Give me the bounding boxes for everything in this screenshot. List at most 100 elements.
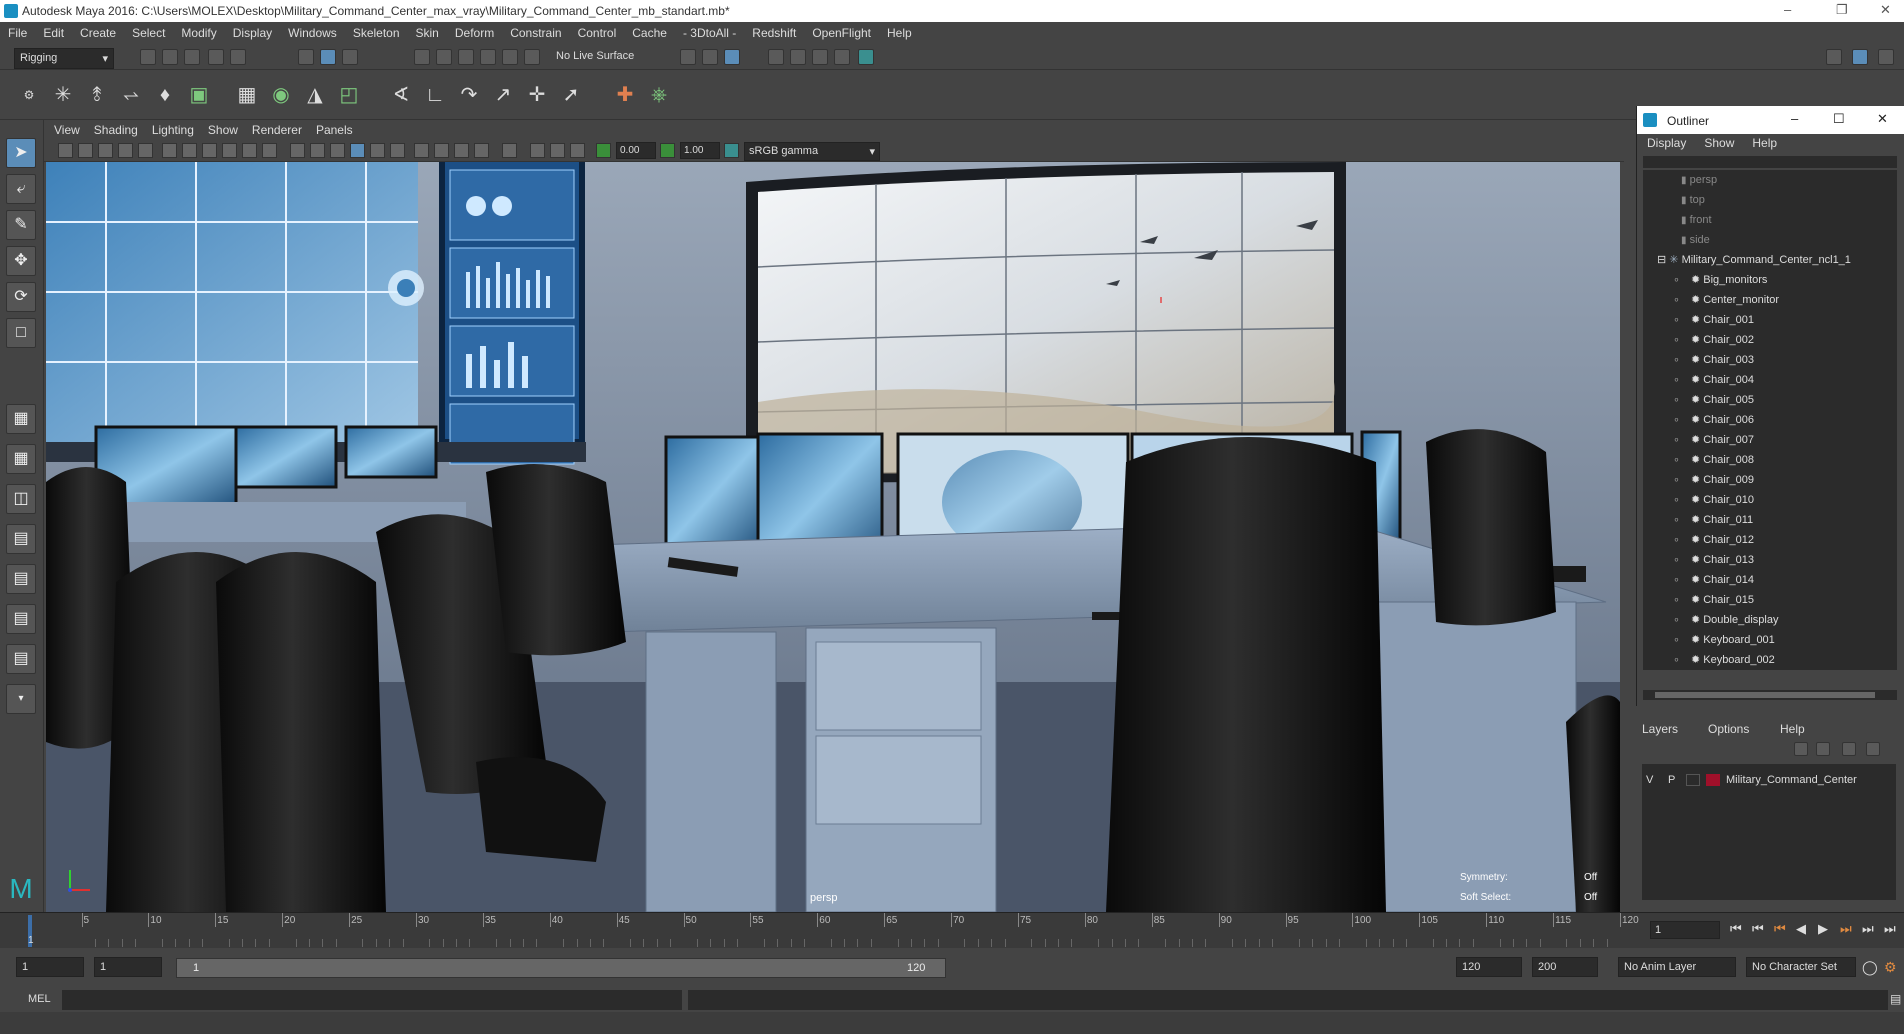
outliner-horizontal-scrollbar[interactable] <box>1643 690 1897 700</box>
menu-display[interactable]: Display <box>233 26 272 40</box>
save-scene-icon[interactable] <box>184 49 200 65</box>
panel-menu-shading[interactable]: Shading <box>94 123 138 137</box>
wireframe-icon[interactable] <box>290 143 305 158</box>
snap-grid-icon[interactable] <box>414 49 430 65</box>
wireframe-on-shaded-icon[interactable] <box>330 143 345 158</box>
menu-modify[interactable]: Modify <box>181 26 216 40</box>
tree-item-front[interactable]: ▮ front <box>1643 210 1893 230</box>
two-pane-layout-icon[interactable]: ◫ <box>6 484 36 514</box>
tree-item-child[interactable]: ∘ ✹ Keyboard_001 <box>1643 630 1893 650</box>
expand-dot-icon[interactable]: ∘ <box>1673 574 1680 586</box>
tree-item-child[interactable]: ∘ ✹ Chair_012 <box>1643 530 1893 550</box>
color-space-dropdown[interactable]: sRGB gamma ▾ <box>744 142 880 161</box>
script-editor-icon[interactable]: ▤ <box>1890 992 1901 1006</box>
expand-dot-icon[interactable]: ∘ <box>1673 394 1680 406</box>
tree-item-child[interactable]: ∘ ✹ Chair_013 <box>1643 550 1893 570</box>
step-back-key-icon[interactable]: ⏮ <box>1774 921 1786 937</box>
wrap-icon[interactable]: ◮ <box>300 80 330 110</box>
smooth-shade-icon[interactable] <box>310 143 325 158</box>
expand-dot-icon[interactable]: ∘ <box>1673 454 1680 466</box>
command-language-label[interactable]: MEL <box>28 993 51 1005</box>
ik-handle-icon[interactable]: ⥉ <box>82 80 112 110</box>
tree-item-child[interactable]: ∘ ✹ Chair_011 <box>1643 510 1893 530</box>
menu-deform[interactable]: Deform <box>455 26 494 40</box>
panel-menu-show[interactable]: Show <box>208 123 238 137</box>
minimize-icon[interactable]: – <box>1791 111 1798 126</box>
playback-start-field[interactable]: 1 <box>94 957 162 977</box>
collapse-icon[interactable]: ⊟ <box>1657 254 1666 266</box>
tree-item-child[interactable]: ∘ ✹ Big_monitors <box>1643 270 1893 290</box>
tree-item-child[interactable]: ∘ ✹ Center_monitor <box>1643 290 1893 310</box>
tree-item-side[interactable]: ▮ side <box>1643 230 1893 250</box>
insert-joint-icon[interactable]: ♦ <box>150 80 180 110</box>
menu-windows[interactable]: Windows <box>288 26 337 40</box>
gamma-field[interactable]: 1.00 <box>680 142 720 159</box>
menu-skin[interactable]: Skin <box>416 26 439 40</box>
tree-item-child[interactable]: ∘ ✹ Chair_009 <box>1643 470 1893 490</box>
outliner-menu-help[interactable]: Help <box>1752 136 1777 150</box>
xray-joints-icon[interactable] <box>550 143 565 158</box>
bind-skin-icon[interactable]: ✚ <box>610 80 640 110</box>
snap-center-icon[interactable] <box>524 49 540 65</box>
new-layer-icon[interactable] <box>1842 742 1856 756</box>
outliner-filter-input[interactable] <box>1643 156 1897 168</box>
snap-point-icon[interactable] <box>458 49 474 65</box>
output-ops-icon[interactable] <box>702 49 718 65</box>
select-component-icon[interactable] <box>342 49 358 65</box>
bookmark-icon[interactable] <box>98 143 113 158</box>
tree-item-child[interactable]: ∘ ✹ Chair_004 <box>1643 370 1893 390</box>
select-camera-icon[interactable] <box>58 143 73 158</box>
tree-item-child[interactable]: ∘ ✹ Chair_007 <box>1643 430 1893 450</box>
restore-icon[interactable]: ❐ <box>1836 2 1848 18</box>
expand-dot-icon[interactable]: ∘ <box>1673 614 1680 626</box>
ik-spline-icon[interactable]: ⥋ <box>116 80 146 110</box>
panel-menu-panels[interactable]: Panels <box>316 123 353 137</box>
menu-constrain[interactable]: Constrain <box>510 26 561 40</box>
go-to-end-icon[interactable]: ⏭ <box>1884 921 1896 937</box>
shadows-icon[interactable] <box>390 143 405 158</box>
open-scene-icon[interactable] <box>162 49 178 65</box>
lattice-icon[interactable]: ◉ <box>266 80 296 110</box>
pole-vector-icon[interactable]: ➚ <box>556 80 586 110</box>
layers-menu-options[interactable]: Options <box>1708 722 1749 736</box>
scale-constraint-icon[interactable]: ↗ <box>488 80 518 110</box>
tree-item-child[interactable]: ∘ ✹ Chair_008 <box>1643 450 1893 470</box>
exposure-toggle-icon[interactable] <box>596 143 611 158</box>
expand-dot-icon[interactable]: ∘ <box>1673 354 1680 366</box>
resolution-gate-icon[interactable] <box>202 143 217 158</box>
viewport-persp[interactable]: persp Symmetry: Off Soft Select: Off <box>46 162 1620 912</box>
tree-item-top[interactable]: ▮ top <box>1643 190 1893 210</box>
outliner-menu-show[interactable]: Show <box>1704 136 1734 150</box>
channel-box-icon[interactable] <box>1878 49 1894 65</box>
field-chart-icon[interactable] <box>242 143 257 158</box>
graph-layout-icon[interactable]: ▤ <box>6 564 36 594</box>
grid-toggle-icon[interactable] <box>162 143 177 158</box>
input-ops-icon[interactable] <box>680 49 696 65</box>
render-frame-icon[interactable] <box>768 49 784 65</box>
camera-attributes-icon[interactable] <box>78 143 93 158</box>
character-set-dropdown[interactable]: No Character Set <box>1746 957 1856 977</box>
playback-end-field[interactable]: 120 <box>1456 957 1522 977</box>
anti-aliasing-icon[interactable] <box>454 143 469 158</box>
scale-tool-icon[interactable]: □ <box>6 318 36 348</box>
move-layer-down-icon[interactable] <box>1816 742 1830 756</box>
expand-dot-icon[interactable]: ∘ <box>1673 634 1680 646</box>
step-back-icon[interactable]: ⏮ <box>1752 921 1764 937</box>
redo-icon[interactable] <box>230 49 246 65</box>
play-backward-icon[interactable]: ◀ <box>1796 921 1806 937</box>
use-all-lights-icon[interactable] <box>370 143 385 158</box>
render-settings-icon[interactable] <box>834 49 850 65</box>
wire-icon[interactable]: ◰ <box>334 80 364 110</box>
tree-item-root[interactable]: ⊟ ✳ Military_Command_Center_ncl1_1 <box>1643 250 1893 270</box>
snap-surface-icon[interactable] <box>502 49 518 65</box>
expand-dot-icon[interactable]: ∘ <box>1673 654 1680 666</box>
expand-dot-icon[interactable]: ∘ <box>1673 434 1680 446</box>
current-frame-field[interactable]: 1 <box>1650 921 1720 939</box>
screen-space-ao-icon[interactable] <box>414 143 429 158</box>
hypershade-icon[interactable] <box>858 49 874 65</box>
menu-3dtoall[interactable]: - 3DtoAll - <box>683 26 736 40</box>
aim-constraint-icon[interactable]: ∟ <box>420 80 450 110</box>
close-icon[interactable]: ✕ <box>1880 2 1891 18</box>
auto-key-icon[interactable]: ◯ <box>1862 959 1878 976</box>
snap-view-icon[interactable] <box>480 49 496 65</box>
